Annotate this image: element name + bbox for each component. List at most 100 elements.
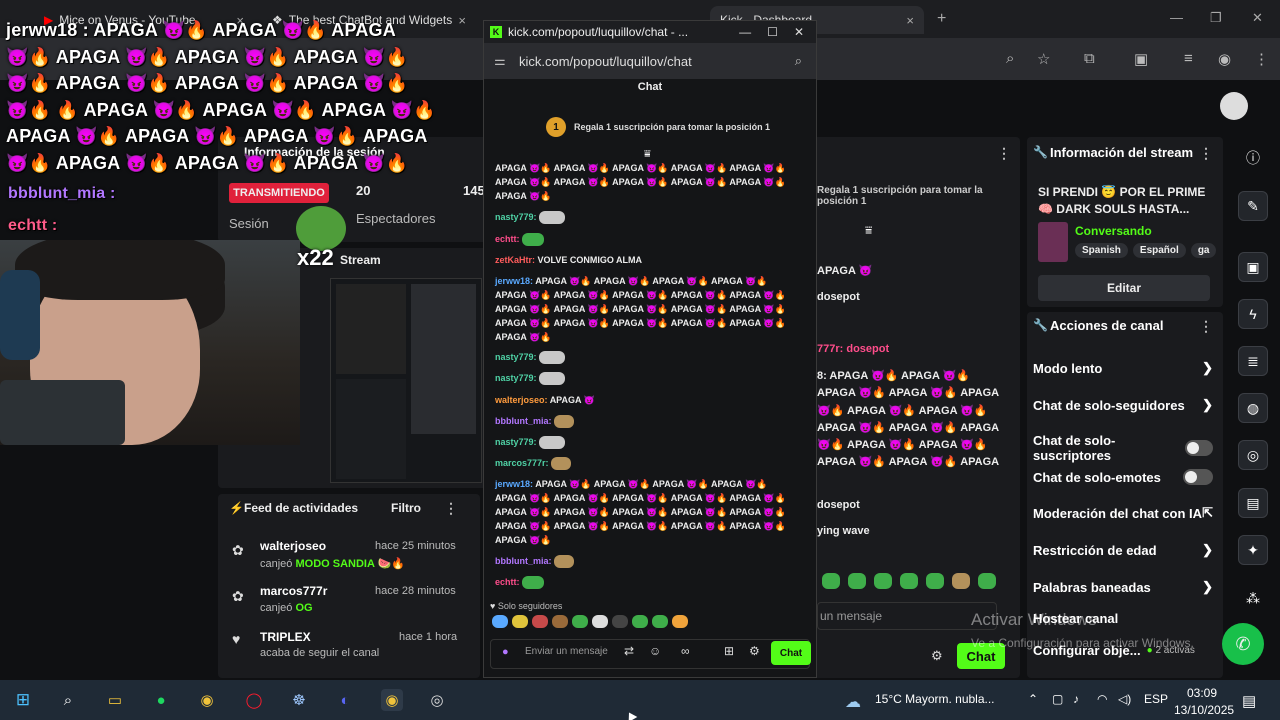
category-link[interactable]: Conversando	[1075, 224, 1152, 238]
maximize-icon[interactable]: ☐	[767, 25, 778, 39]
broadcast-icon[interactable]: ◎	[1238, 440, 1268, 470]
mic-icon[interactable]: ●	[502, 646, 509, 658]
minimize-icon[interactable]: —	[1170, 10, 1183, 25]
info-icon[interactable]: ⓘ	[1238, 143, 1268, 173]
emotes-only-toggle[interactable]	[1183, 469, 1213, 485]
followers-only-row[interactable]: Chat de solo-seguidores ❯	[1033, 397, 1213, 413]
avatar[interactable]	[1220, 92, 1248, 120]
age-restriction-row[interactable]: Restricción de edad ❯	[1033, 542, 1213, 558]
emote[interactable]	[952, 573, 970, 589]
wifi-icon[interactable]: ◠	[1097, 692, 1107, 706]
star-icon[interactable]: ☆	[1037, 50, 1050, 68]
obs-icon[interactable]: ◎	[426, 689, 448, 711]
translate-icon[interactable]: ⇄	[624, 644, 634, 658]
more-icon[interactable]: ⋮	[444, 500, 458, 517]
zoom-icon[interactable]: ⌕	[795, 53, 802, 69]
notes-icon[interactable]: ≣	[1238, 346, 1268, 376]
opera-icon[interactable]: ◯	[243, 689, 265, 711]
close-icon[interactable]: ×	[906, 13, 914, 28]
support-button[interactable]: ✆	[1222, 623, 1264, 665]
new-tab-button[interactable]: +	[937, 10, 946, 28]
gift-banner[interactable]: Regala 1 suscripción para tomar la posic…	[574, 122, 770, 132]
points-icon[interactable]: ∞	[681, 644, 690, 658]
notifications-icon[interactable]: ▤	[1242, 692, 1256, 710]
send-chat-button[interactable]: Chat	[771, 641, 811, 665]
minimize-icon[interactable]: —	[739, 25, 751, 39]
menu-icon[interactable]: ⋮	[1254, 50, 1269, 68]
meet-now-icon[interactable]: ▢	[1052, 692, 1063, 706]
apps-icon[interactable]: ⁂	[1238, 583, 1268, 613]
close-icon[interactable]: ✕	[794, 25, 804, 39]
profile-icon[interactable]: ◉	[1218, 50, 1231, 68]
weather-icon[interactable]: ☁	[845, 692, 861, 712]
feed-user[interactable]: walterjoseo	[260, 539, 326, 553]
clock-date[interactable]: 13/10/2025	[1174, 703, 1234, 717]
stream-preview[interactable]	[330, 278, 482, 483]
close-icon[interactable]: ×	[458, 13, 466, 28]
windows-start-icon[interactable]: ⊞	[12, 689, 34, 711]
wrench-icon[interactable]: ✦	[1238, 535, 1268, 565]
emote[interactable]	[592, 615, 608, 628]
more-icon[interactable]: ⋮	[1199, 145, 1213, 162]
clock-time[interactable]: 03:09	[1187, 686, 1217, 700]
layout-icon[interactable]: ▤	[1238, 488, 1268, 518]
popout-address-bar[interactable]: ⚌ kick.com/popout/luquillov/chat ⌕	[484, 43, 816, 79]
settings-icon[interactable]: ⚙	[749, 644, 760, 658]
emote[interactable]	[978, 573, 996, 589]
ai-moderation-row[interactable]: Moderación del chat con IA ⇱	[1033, 505, 1213, 521]
site-settings-icon[interactable]: ⚌	[494, 53, 506, 69]
tag[interactable]: ga	[1190, 243, 1217, 258]
volume-icon[interactable]: ◁)	[1118, 692, 1131, 706]
emoji-icon[interactable]: ☺	[649, 644, 661, 658]
extensions-icon[interactable]: ⧉	[1084, 50, 1095, 67]
feed-user[interactable]: TRIPLEX	[260, 630, 311, 644]
zoom-icon[interactable]: ⌕	[1006, 50, 1014, 67]
emote[interactable]	[612, 615, 628, 628]
close-window-icon[interactable]: ✕	[1252, 10, 1263, 26]
emote[interactable]	[822, 573, 840, 589]
chevron-up-icon[interactable]: ⌃	[1028, 692, 1038, 706]
mic-icon[interactable]: ♪	[1073, 692, 1079, 706]
slow-mode-row[interactable]: Modo lento ❯	[1033, 360, 1213, 376]
more-icon[interactable]: ⋮	[997, 145, 1011, 162]
bolt-icon[interactable]: ϟ	[1238, 299, 1268, 329]
tag[interactable]: Spanish	[1075, 243, 1128, 258]
emote[interactable]	[874, 573, 892, 589]
emote[interactable]	[848, 573, 866, 589]
discord-icon[interactable]: ◐	[334, 689, 356, 711]
file-explorer-icon[interactable]: ▭	[104, 689, 126, 711]
cast-icon[interactable]: ▣	[1134, 50, 1148, 68]
search-icon[interactable]: ⌕	[57, 689, 79, 711]
subscribers-only-toggle[interactable]	[1184, 440, 1213, 456]
emote[interactable]	[532, 615, 548, 628]
tag[interactable]: Español	[1132, 243, 1186, 258]
emote[interactable]	[572, 615, 588, 628]
chrome-active-icon[interactable]: ◉	[381, 689, 403, 711]
emote[interactable]	[926, 573, 944, 589]
steam-icon[interactable]: ☸	[288, 689, 310, 711]
feed-filter-button[interactable]: Filtro	[391, 501, 421, 515]
media-icon[interactable]: ≡	[1184, 50, 1193, 67]
emote[interactable]	[552, 615, 568, 628]
edit-button[interactable]: Editar	[1038, 275, 1210, 301]
language-indicator[interactable]: ESP	[1144, 692, 1168, 706]
chrome-icon[interactable]: ◉	[196, 689, 218, 711]
feed-user[interactable]: marcos777r	[260, 584, 327, 598]
settings-icon[interactable]: ⚙	[931, 648, 943, 664]
weather-text[interactable]: 15°C Mayorm. nubla...	[875, 692, 995, 706]
emote[interactable]	[512, 615, 528, 628]
clip-icon[interactable]: ▣	[1238, 252, 1268, 282]
emote[interactable]	[900, 573, 918, 589]
emote[interactable]	[652, 615, 668, 628]
banned-words-row[interactable]: Palabras baneadas ❯	[1033, 579, 1213, 595]
more-icon[interactable]: ⋮	[1199, 318, 1213, 335]
spotify-icon[interactable]: ●	[150, 689, 172, 711]
chat-icon[interactable]: ◍	[1238, 393, 1268, 423]
emote[interactable]	[632, 615, 648, 628]
maximize-icon[interactable]: ❐	[1210, 10, 1222, 26]
gift-icon[interactable]: ⊞	[724, 644, 734, 658]
emote-combo: x22	[297, 245, 334, 270]
pencil-icon[interactable]: ✎	[1238, 191, 1268, 221]
emote[interactable]	[492, 615, 508, 628]
emote[interactable]	[672, 615, 688, 628]
